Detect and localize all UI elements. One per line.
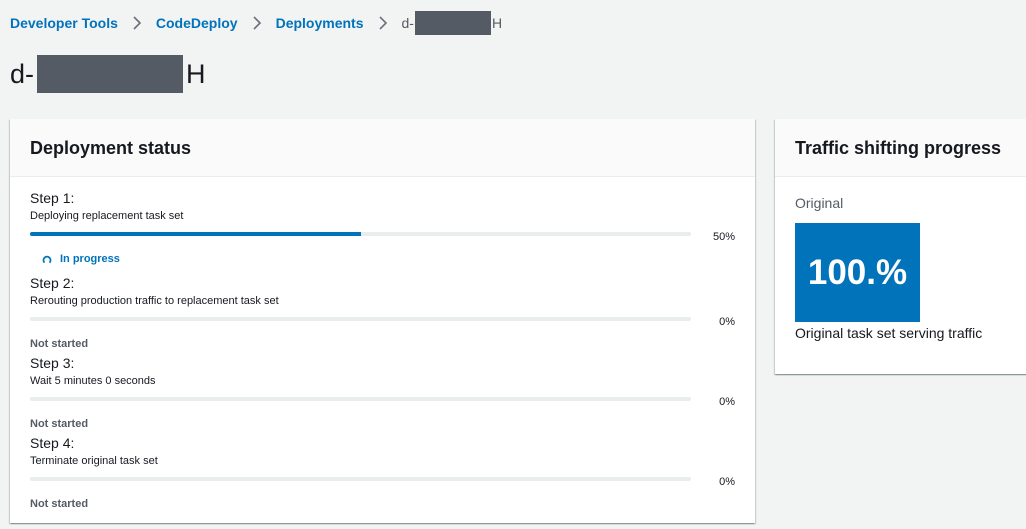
progress-percent: 0% [719, 396, 735, 408]
step-description: Rerouting production traffic to replacem… [30, 295, 279, 307]
step-status: Not started [30, 338, 89, 350]
breadcrumb-current: d- H [401, 11, 503, 35]
breadcrumb-current-prefix: d- [401, 15, 414, 31]
panel-title: Traffic shifting progress [795, 138, 1002, 158]
panel-header: Traffic shifting progress [775, 119, 1026, 177]
panel-header: Deployment status [10, 119, 755, 177]
progress-bar [30, 397, 691, 401]
traffic-percent-tile: 100.% [795, 223, 920, 322]
step-description: Deploying replacement task set [30, 210, 184, 222]
panel-title: Deployment status [30, 138, 192, 158]
progress-percent: 0% [719, 476, 735, 488]
breadcrumb-current-suffix: H [491, 15, 503, 31]
step-title: Step 3: [30, 355, 75, 371]
deployment-step: Step 1: Deploying replacement task set 5… [30, 190, 745, 265]
deployment-step: Step 4: Terminate original task set 0% N… [30, 435, 745, 510]
page-title-prefix: d- [10, 58, 35, 89]
breadcrumb-codedeploy[interactable]: CodeDeploy [156, 15, 238, 31]
chevron-right-icon [126, 16, 148, 30]
step-status: Not started [30, 418, 89, 430]
deployment-status-panel: Deployment status Step 1: Deploying repl… [10, 119, 755, 523]
breadcrumb-deployments[interactable]: Deployments [276, 15, 364, 31]
redaction-block [37, 55, 184, 93]
breadcrumb: Developer Tools CodeDeploy Deployments d… [10, 11, 503, 35]
step-description: Terminate original task set [30, 455, 158, 467]
progress-bar [30, 232, 691, 236]
redaction-block [414, 11, 491, 35]
progress-percent: 0% [719, 316, 735, 328]
step-status: Not started [30, 498, 89, 510]
original-label: Original [795, 195, 844, 211]
deployment-step: Step 3: Wait 5 minutes 0 seconds 0% Not … [30, 355, 745, 430]
step-title: Step 1: [30, 190, 75, 206]
traffic-shifting-panel: Traffic shifting progress Original 100.%… [775, 119, 1026, 374]
deployment-step: Step 2: Rerouting production traffic to … [30, 275, 745, 350]
spinner-icon [42, 254, 52, 264]
page-title-suffix: H [186, 58, 206, 89]
step-status: In progress [42, 253, 120, 265]
breadcrumb-developer-tools[interactable]: Developer Tools [10, 15, 118, 31]
page-title: d- H [10, 55, 206, 93]
progress-fill [30, 232, 361, 236]
traffic-caption: Original task set serving traffic [795, 325, 983, 341]
step-title: Step 4: [30, 435, 75, 451]
progress-bar [30, 317, 691, 321]
step-description: Wait 5 minutes 0 seconds [30, 375, 156, 387]
chevron-right-icon [372, 16, 394, 30]
chevron-right-icon [246, 16, 268, 30]
step-title: Step 2: [30, 275, 75, 291]
traffic-percent: 100.% [807, 252, 908, 292]
step-status-label: In progress [60, 253, 120, 265]
progress-percent: 50% [712, 231, 735, 243]
progress-bar [30, 477, 691, 481]
